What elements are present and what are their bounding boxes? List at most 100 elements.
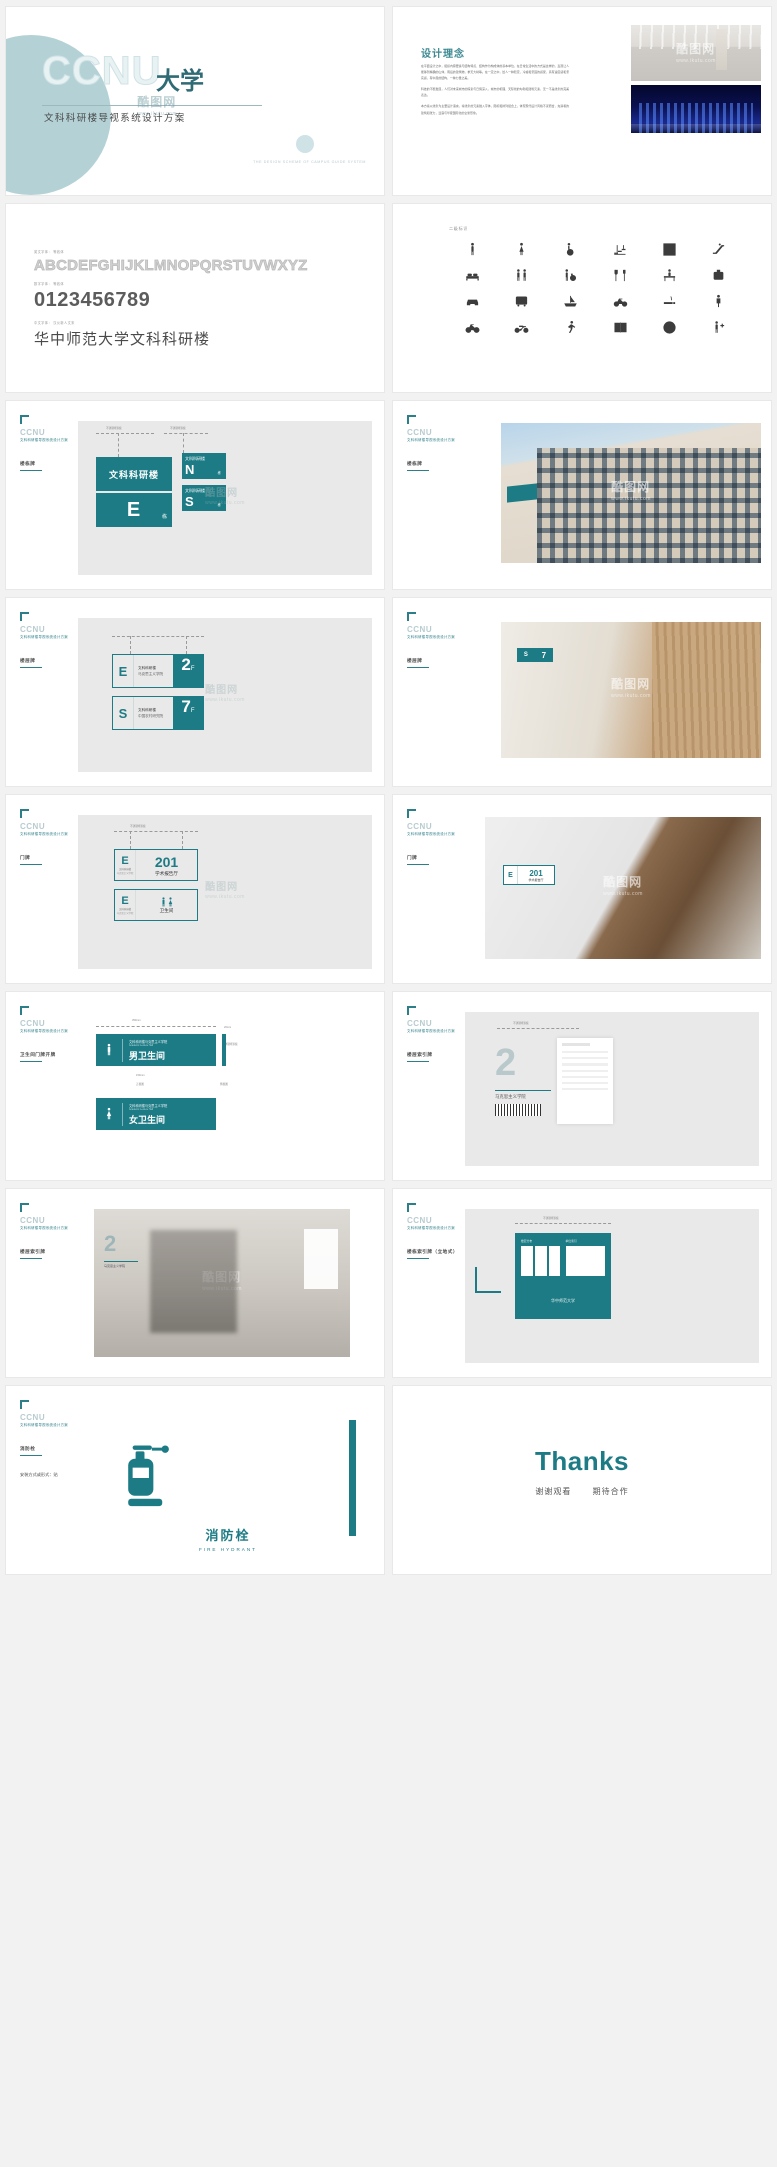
corner-mark-icon: [407, 1203, 416, 1212]
corner-mark-icon: [407, 415, 416, 424]
thanks-slide: Thanks 谢谢观看 期待合作: [392, 1385, 772, 1575]
restroom-label: 男卫生间: [129, 1050, 166, 1061]
brand-subtitle: 文科科研楼导视系统设计方案: [407, 832, 455, 836]
person-icon: [716, 294, 721, 308]
floor-number: 7: [181, 697, 191, 716]
concept-paragraph: 在平面设计之中，组织内容要素与结构特点、结构作为构成体的基本单位，在日常生活中的…: [421, 64, 569, 81]
restroom-sign-design-slide: CCNU 文科科研楼导视系统设计方案 卫生间门牌开牌 350mm 20mm 15…: [5, 991, 385, 1181]
design-concept-slide: 设计理念 在平面设计之中，组织内容要素与结构特点、结构作为构成体的基本单位，在日…: [392, 6, 772, 196]
section-label: 门牌: [20, 855, 42, 865]
corner-mark-icon: [20, 1400, 29, 1409]
mounted-door-board: E 201 学术报告厅: [503, 865, 555, 885]
watermark: 酷图网 www.ikutu.com: [202, 1270, 242, 1293]
pictogram-grid: [448, 242, 743, 335]
dimension-label: 不锈钢烤漆板: [130, 825, 146, 828]
side-view-profile: [222, 1034, 226, 1066]
floor-sign-photo-slide: CCNU 文科科研楼导视系统设计方案 楼层牌 S 7 酷图网 www.ikutu.…: [392, 597, 772, 787]
side-profile-diagram: [475, 1267, 501, 1293]
board-suffix: 栋: [217, 471, 221, 475]
floor-index-design-slide: CCNU 文科科研楼导视系统设计方案 楼层索引牌 不锈钢烤漆板 2 马克思主义学…: [392, 991, 772, 1181]
section-label: 楼栋牌: [20, 461, 42, 471]
brand-mark: CCNU: [407, 1216, 433, 1225]
building-board-main: 文科科研楼: [96, 457, 172, 491]
corner-mark-icon: [20, 1203, 29, 1212]
door-board-letter: E: [121, 895, 129, 907]
floor-board-7f: S 文科科研楼 中国农村研究院 7 F: [112, 696, 204, 730]
corner-mark-icon: [20, 612, 29, 621]
brand-mark: CCNU: [20, 625, 46, 634]
dimension-line: [515, 1223, 611, 1224]
dimension-label: 侧视图: [220, 1083, 228, 1086]
watermark: 酷图网 www.ikutu.com: [676, 41, 716, 64]
building-board-s: 文科科研楼 S 栋: [182, 485, 226, 511]
door-room-name: 学术报告厅: [528, 877, 544, 882]
meeting-icon: [517, 269, 527, 281]
dimension-line: [112, 636, 204, 637]
watermark: 酷图网 www.ikutu.com: [603, 875, 643, 898]
corner-mark-icon: [20, 809, 29, 818]
thanks-block: Thanks 谢谢观看 期待合作: [393, 1446, 771, 1497]
floor-index-number: 2: [104, 1231, 117, 1256]
dimension-tick: [130, 636, 131, 654]
motorcycle-icon: [514, 325, 529, 333]
corner-mark-icon: [407, 612, 416, 621]
corner-mark-icon: [20, 415, 29, 424]
dimension-tick: [118, 433, 119, 457]
install-method-label: 安装方式或形式：贴: [20, 1472, 58, 1477]
section-label: 楼层索引牌: [407, 1052, 432, 1062]
watermark: 酷图网 www.ikutu.com: [611, 677, 651, 700]
door-board-line2: 马克思主义学院: [116, 872, 134, 875]
bicycle-icon: [465, 324, 480, 333]
watermark: 酷图网 www.ikutu.com: [205, 684, 245, 703]
restroom-label: 女卫生间: [129, 1114, 166, 1125]
list-row: [562, 1081, 608, 1085]
typography-slide: 英文字体： 等线体 ABCDEFGHIJKLMNOPQRSTUVWXYZ 数字字…: [5, 203, 385, 393]
restroom-board-male: 文科科研楼马克思主义学院 Academic Lecture Hall 男卫生间: [96, 1034, 216, 1066]
reception-icon: [663, 269, 675, 282]
hydrant-label-cn: 消防栓: [205, 1528, 251, 1543]
door-board-restroom: E 文科科研楼 马克思主义学院 卫生间: [114, 889, 198, 921]
door-room-name: 学术报告厅: [155, 870, 178, 876]
cover-slide: CCNU 大学 文科科研楼导视系统设计方案 THE DESIGN SCHEME …: [5, 6, 385, 196]
fire-hydrant-sign-slide: CCNU 文科科研楼导视系统设计方案 消防栓 安装方式或形式：贴 消防栓 FIR…: [5, 1385, 385, 1575]
directory-col-right: 单位索引: [565, 1239, 605, 1276]
building-board-letter: E: [96, 493, 172, 527]
directory-footer: 华中师范大学: [551, 1298, 575, 1303]
latin-font-sample: ABCDEFGHIJKLMNOPQRSTUVWXYZ: [34, 257, 308, 275]
runner-icon: [568, 320, 576, 333]
numeral-font-block: 数字字体： 等线体 0123456789: [34, 281, 150, 312]
brand-subtitle: 文科科研楼导视系统设计方案: [407, 635, 455, 639]
page-title: 设计理念: [421, 49, 465, 60]
cn-font-sample: 华中师范大学文科科研楼: [34, 332, 211, 348]
boat-icon: [564, 295, 578, 307]
floor-board-letter: S: [523, 652, 528, 658]
cn-font-block: 中文字体： 汉仪新人文宋 华中师范大学文科科研楼: [34, 320, 210, 349]
accessible-icon: [567, 243, 574, 256]
brand-subtitle: 文科科研楼导视系统设计方案: [20, 1226, 68, 1230]
stairs-icon: [613, 245, 626, 255]
floor-board-line1: 文科科研楼: [138, 707, 156, 712]
cover-subtitle: 文科科研楼导视系统设计方案: [44, 113, 186, 124]
help-desk-icon: [663, 321, 676, 334]
thanks-subtitle: 谢谢观看 期待合作: [393, 1486, 771, 1497]
section-label: 消防栓: [20, 1446, 42, 1456]
door-board-line2: 马克思主义学院: [116, 912, 134, 915]
dining-icon: [614, 269, 626, 282]
floor-board-line2: 马克思主义学院: [138, 671, 164, 676]
lobby-photo: 酷图网 www.ikutu.com: [631, 25, 761, 81]
brand-mark: CCNU: [20, 1216, 46, 1225]
door-room-number: 201: [529, 868, 543, 878]
design-canvas: E 文科科研楼 马克思主义学院 2 F S 文科科研楼 中国农村研究院 7 F …: [78, 618, 372, 772]
design-canvas: 不锈钢烤漆板 2 马克思主义学院: [465, 1012, 759, 1166]
hydrant-label-en: FIRE HYDRANT: [199, 1547, 257, 1552]
floor-number: 2: [181, 655, 191, 674]
dimension-label: 150mm: [136, 1074, 145, 1077]
brand-mark: CCNU: [407, 428, 433, 437]
watermark: 酷图网 www.ikutu.com: [205, 881, 245, 900]
directory-col-head: 楼层分布: [521, 1239, 533, 1243]
bus-icon: [516, 296, 528, 307]
door-board-letter: E: [121, 855, 129, 867]
car-icon: [466, 299, 479, 306]
baggage-icon: [713, 269, 724, 280]
brand-mark: CCNU: [20, 822, 46, 831]
